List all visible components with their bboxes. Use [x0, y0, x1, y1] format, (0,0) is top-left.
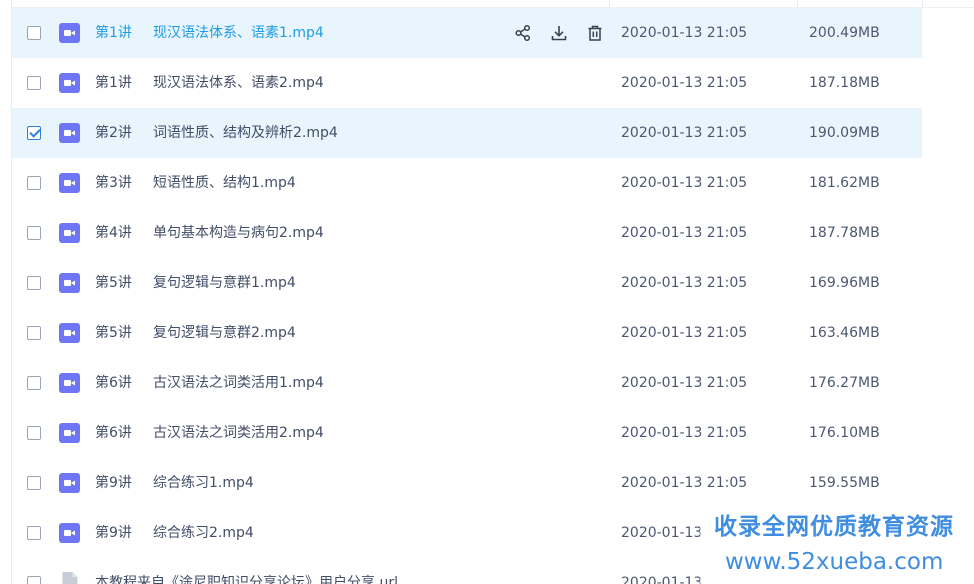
file-date: 2020-01-13: [621, 575, 703, 584]
file-size: 169.96MB: [809, 275, 880, 291]
file-name[interactable]: 短语性质、结构1.mp4: [153, 174, 296, 192]
row-checkbox[interactable]: [27, 26, 41, 40]
video-file-icon: [59, 223, 80, 243]
file-name[interactable]: 单句基本构造与病句2.mp4: [153, 224, 324, 242]
row-checkbox[interactable]: [27, 426, 41, 440]
lesson-label[interactable]: 第9讲: [95, 474, 132, 492]
watermark: 收录全网优质教育资源 www.52xueba.com: [700, 508, 974, 584]
file-name[interactable]: 综合练习1.mp4: [153, 474, 254, 492]
document-file-icon: [62, 572, 78, 584]
watermark-url: www.52xueba.com: [725, 549, 944, 575]
file-name[interactable]: 古汉语法之词类活用2.mp4: [153, 424, 324, 442]
row-actions: [511, 21, 607, 45]
file-row[interactable]: 第3讲 短语性质、结构1.mp4 2020-01-13 21:05 181.62…: [12, 158, 974, 208]
file-row[interactable]: 第2讲 词语性质、结构及辨析2.mp4 2020-01-13 21:05 190…: [12, 108, 922, 158]
file-date: 2020-01-13: [621, 525, 703, 541]
file-date: 2020-01-13 21:05: [621, 475, 748, 491]
lesson-label[interactable]: 第9讲: [95, 524, 132, 542]
file-name[interactable]: 复句逻辑与意群1.mp4: [153, 274, 296, 292]
row-checkbox[interactable]: [27, 176, 41, 190]
file-size: 190.09MB: [809, 125, 880, 141]
file-size: 187.78MB: [809, 225, 880, 241]
row-checkbox[interactable]: [27, 276, 41, 290]
file-name[interactable]: 复句逻辑与意群2.mp4: [153, 324, 296, 342]
file-row[interactable]: 第9讲 综合练习1.mp4 2020-01-13 21:05 159.55MB: [12, 458, 974, 508]
file-row[interactable]: 第5讲 复句逻辑与意群2.mp4 2020-01-13 21:05 163.46…: [12, 308, 974, 358]
row-checkbox[interactable]: [27, 526, 41, 540]
file-name[interactable]: 本教程来自《途尼职知识分享论坛》用户分享.url: [95, 574, 398, 584]
file-name[interactable]: 古汉语法之词类活用1.mp4: [153, 374, 324, 392]
row-checkbox[interactable]: [27, 126, 41, 140]
file-row[interactable]: 第6讲 古汉语法之词类活用2.mp4 2020-01-13 21:05 176.…: [12, 408, 974, 458]
file-size: 176.27MB: [809, 375, 880, 391]
file-size: 159.55MB: [809, 475, 880, 491]
video-file-icon: [59, 323, 80, 343]
video-file-icon: [59, 23, 80, 43]
video-file-icon: [59, 373, 80, 393]
file-date: 2020-01-13 21:05: [621, 125, 748, 141]
watermark-slogan: 收录全网优质教育资源: [714, 514, 954, 540]
file-size: 200.49MB: [809, 25, 880, 41]
file-row[interactable]: 第1讲 现汉语法体系、语素2.mp4 2020-01-13 21:05 187.…: [12, 58, 974, 108]
column-divider: [922, 0, 923, 8]
row-checkbox[interactable]: [27, 226, 41, 240]
row-checkbox[interactable]: [27, 376, 41, 390]
file-date: 2020-01-13 21:05: [621, 425, 748, 441]
video-file-icon: [59, 273, 80, 293]
file-row[interactable]: 第6讲 古汉语法之词类活用1.mp4 2020-01-13 21:05 176.…: [12, 358, 974, 408]
column-divider: [609, 0, 610, 8]
file-date: 2020-01-13 21:05: [621, 75, 748, 91]
video-file-icon: [59, 423, 80, 443]
file-row[interactable]: 第1讲 现汉语法体系、语素1.mp4 2020-01-13 21:05 200.…: [12, 8, 922, 58]
lesson-label[interactable]: 第3讲: [95, 174, 132, 192]
file-row[interactable]: 第5讲 复句逻辑与意群1.mp4 2020-01-13 21:05 169.96…: [12, 258, 974, 308]
lesson-label[interactable]: 第5讲: [95, 324, 132, 342]
lesson-label[interactable]: 第1讲: [95, 24, 132, 42]
lesson-label[interactable]: 第6讲: [95, 374, 132, 392]
file-list: 第1讲 现汉语法体系、语素1.mp4 2020-01-13 21:05 200.…: [12, 8, 974, 584]
file-name[interactable]: 词语性质、结构及辨析2.mp4: [153, 124, 338, 142]
download-icon[interactable]: [547, 21, 571, 45]
lesson-label[interactable]: 第5讲: [95, 274, 132, 292]
file-size: 187.18MB: [809, 75, 880, 91]
file-date: 2020-01-13 21:05: [621, 275, 748, 291]
row-checkbox[interactable]: [27, 476, 41, 490]
video-file-icon: [59, 473, 80, 493]
share-icon[interactable]: [511, 21, 535, 45]
file-date: 2020-01-13 21:05: [621, 175, 748, 191]
file-name[interactable]: 综合练习2.mp4: [153, 524, 254, 542]
row-checkbox[interactable]: [27, 576, 41, 584]
file-row[interactable]: 第4讲 单句基本构造与病句2.mp4 2020-01-13 21:05 187.…: [12, 208, 974, 258]
row-checkbox[interactable]: [27, 76, 41, 90]
video-file-icon: [59, 173, 80, 193]
lesson-label[interactable]: 第4讲: [95, 224, 132, 242]
lesson-label[interactable]: 第2讲: [95, 124, 132, 142]
column-divider: [797, 0, 798, 8]
file-size: 163.46MB: [809, 325, 880, 341]
video-file-icon: [59, 123, 80, 143]
video-file-icon: [59, 73, 80, 93]
delete-icon[interactable]: [583, 21, 607, 45]
file-name[interactable]: 现汉语法体系、语素2.mp4: [153, 74, 324, 92]
file-date: 2020-01-13 21:05: [621, 375, 748, 391]
lesson-label[interactable]: 第1讲: [95, 74, 132, 92]
file-date: 2020-01-13 21:05: [621, 325, 748, 341]
file-name[interactable]: 现汉语法体系、语素1.mp4: [153, 24, 324, 42]
lesson-label[interactable]: 第6讲: [95, 424, 132, 442]
file-size: 181.62MB: [809, 175, 880, 191]
file-size: 176.10MB: [809, 425, 880, 441]
row-checkbox[interactable]: [27, 326, 41, 340]
file-date: 2020-01-13 21:05: [621, 225, 748, 241]
video-file-icon: [59, 523, 80, 543]
file-date: 2020-01-13 21:05: [621, 25, 748, 41]
